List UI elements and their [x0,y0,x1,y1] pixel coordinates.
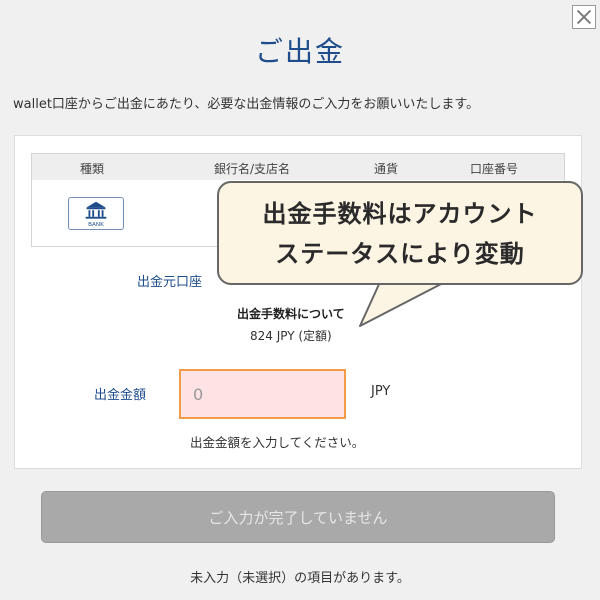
bank-icon-label: BANK [88,222,104,228]
close-icon [576,9,592,25]
submit-button[interactable]: ご入力が完了していません [41,491,555,543]
currency-unit: JPY [371,384,391,399]
amount-label: 出金金額 [94,388,147,403]
amount-hint: 出金金額を入力してください。 [190,435,365,450]
header-bank-branch: 銀行名/支店名 [214,162,291,176]
amount-input[interactable] [179,369,346,419]
bank-icon[interactable]: BANK [68,197,124,230]
fee-amount: 824 JPY (定額) [250,329,332,343]
header-currency: 通貨 [374,162,399,176]
callout-line-1: 出金手数料はアカウント [262,200,538,228]
header-type: 種類 [80,162,105,176]
missing-fields-notice: 未入力（未選択）の項目があります。 [190,571,410,586]
fee-callout: 出金手数料はアカウント ステータスにより変動 [217,181,583,285]
fee-info-title: 出金手数料について [237,307,345,321]
header-account-number: 口座番号 [470,162,519,176]
intro-text: wallet口座からご出金にあたり、必要な出金情報のご入力をお願いいたします。 [13,97,480,112]
account-table-header: 種類 銀行名/支店名 通貨 口座番号 [31,153,565,181]
callout-line-2: ステータスにより変動 [275,240,525,268]
source-account-label: 出金元口座 [137,275,203,290]
close-button[interactable] [572,5,596,29]
dialog-title: ご出金 [254,35,345,68]
